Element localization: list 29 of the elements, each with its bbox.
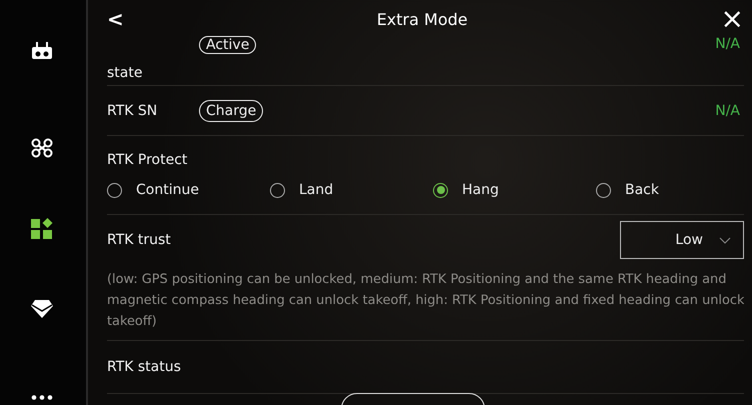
remote-controller-icon — [31, 42, 53, 60]
sidebar-item[interactable] — [31, 138, 53, 158]
row-label: RTK SN — [107, 102, 158, 118]
status-tag: Charge — [199, 100, 264, 122]
value-text: N/A — [715, 36, 740, 52]
status-tag: Active — [199, 36, 256, 54]
back-button[interactable]: < — [107, 7, 124, 31]
radio-option[interactable]: Land — [270, 182, 433, 198]
radio-option[interactable]: Hang — [433, 182, 596, 198]
row-label: RTK trust — [107, 232, 171, 248]
trust-dropdown[interactable]: Low — [620, 221, 744, 259]
chevron-down-icon — [719, 236, 731, 244]
window-title: Extra Mode — [376, 10, 468, 28]
diamond-icon — [31, 300, 53, 318]
value-text: N/A — [715, 102, 740, 118]
drone-icon — [31, 138, 53, 158]
sidebar-item[interactable] — [31, 395, 53, 400]
radio-option[interactable]: Continue — [107, 182, 270, 198]
close-button[interactable]: × — [720, 5, 744, 33]
description-text: (low: GPS positioning can be unlocked, medium: RTK Positioning and the same RTK heading and magnetic compass heading can unlock takeoff, high: RTK Positioning and fixed heading can unlock takeoff) — [107, 271, 744, 331]
row-label: RTK status — [107, 359, 182, 375]
more-icon — [31, 395, 53, 400]
sidebar-item[interactable] — [31, 42, 53, 60]
sidebar-item[interactable] — [31, 218, 53, 240]
radio-option[interactable]: Back — [596, 182, 744, 198]
row-label: state — [107, 65, 144, 83]
sidebar-item[interactable] — [31, 300, 53, 318]
grid-icon — [31, 218, 53, 240]
row-label: RTK Protect — [107, 152, 188, 168]
